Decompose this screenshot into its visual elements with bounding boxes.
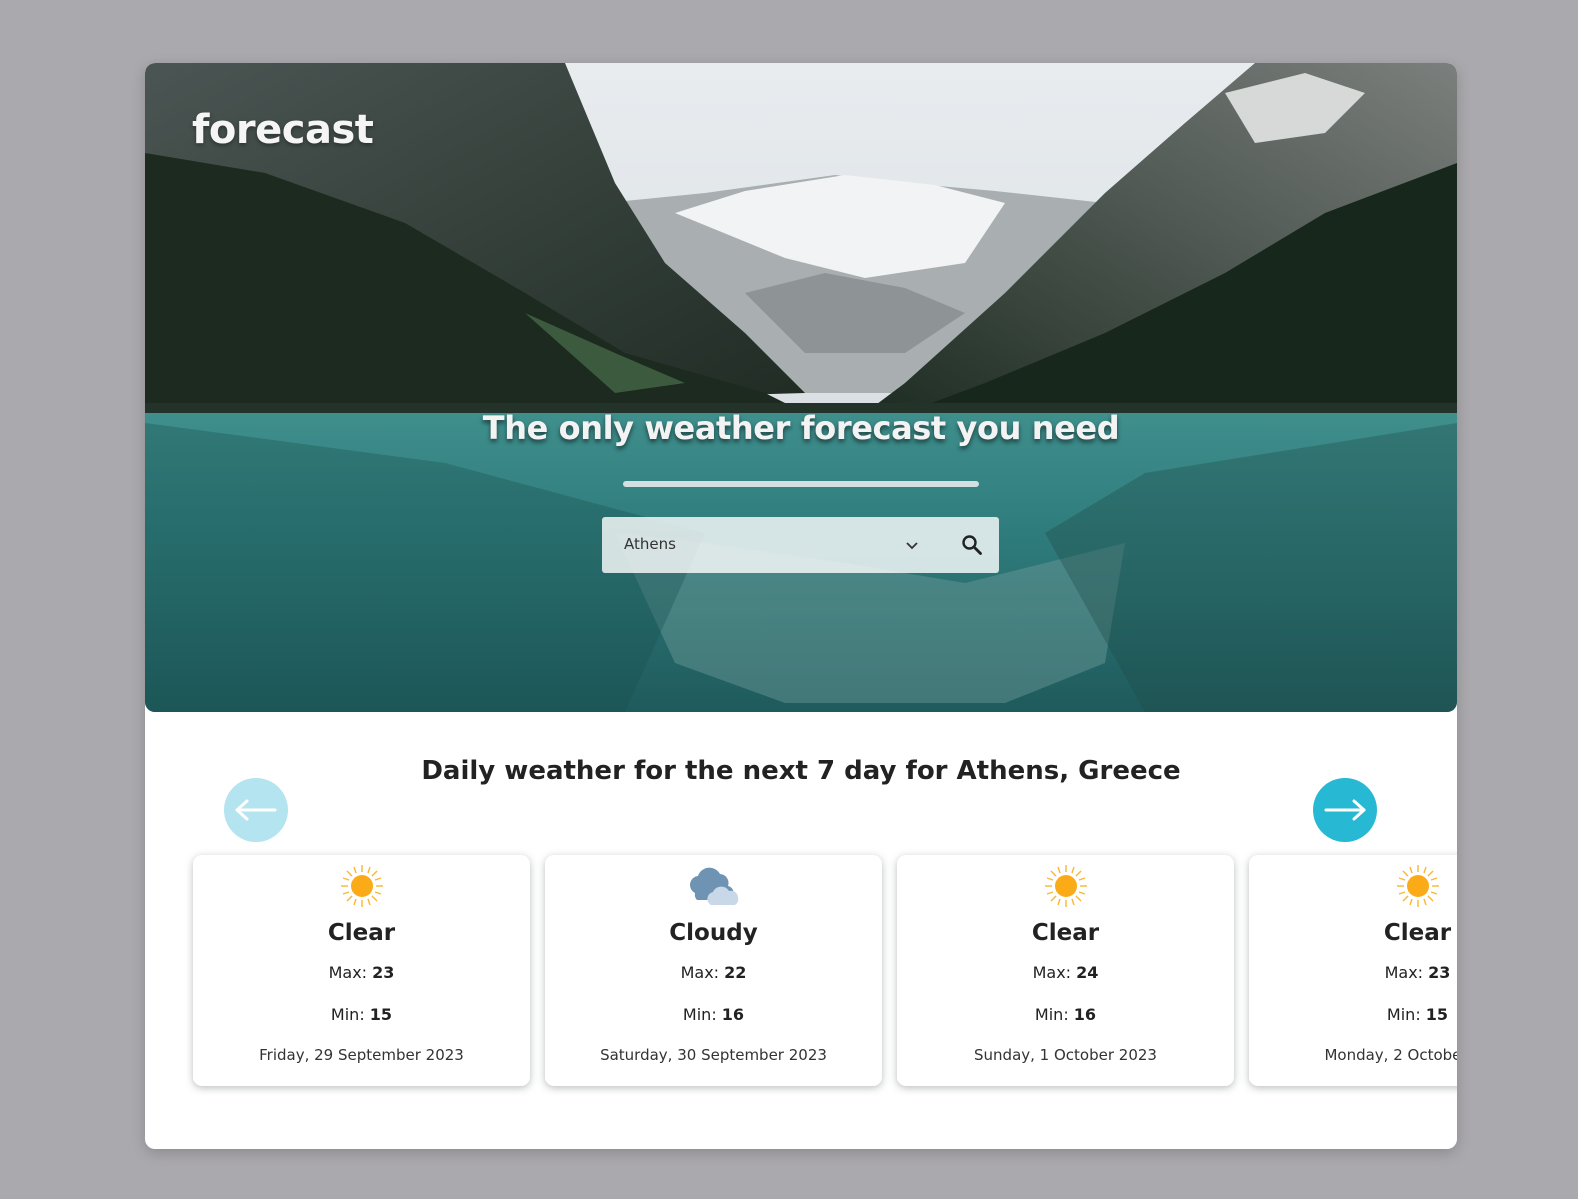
max-temp: Max: 23 <box>328 963 395 982</box>
previous-button[interactable] <box>224 778 288 842</box>
forecast-card: Cloudy Max: 22 Min: 16 Saturday, 30 Sept… <box>545 855 882 1086</box>
min-temp: Min: 15 <box>1386 1005 1449 1024</box>
sun-icon <box>1396 865 1439 907</box>
search-icon[interactable] <box>960 533 984 557</box>
hero-headline: The only weather forecast you need <box>482 409 1120 447</box>
max-temp: Max: 22 <box>680 963 747 982</box>
condition-label: Clear <box>1031 920 1100 946</box>
arrow-left-icon <box>235 799 277 821</box>
sun-icon <box>340 865 383 907</box>
next-button[interactable] <box>1313 778 1377 842</box>
condition-label: Clear <box>1383 920 1452 946</box>
city-search-box <box>602 517 999 573</box>
max-temp: Max: 23 <box>1384 963 1451 982</box>
min-temp: Min: 16 <box>682 1005 745 1024</box>
min-temp: Min: 15 <box>330 1005 393 1024</box>
lake-mountain-background-image <box>145 63 1457 712</box>
arrow-right-icon <box>1324 799 1366 821</box>
condition-label: Clear <box>327 920 396 946</box>
app-window: forecast The only weather forecast you n… <box>145 63 1457 1149</box>
chevron-down-icon[interactable] <box>904 537 920 553</box>
forecast-date: Saturday, 30 September 2023 <box>600 1046 827 1064</box>
condition-label: Cloudy <box>669 920 758 946</box>
min-temp: Min: 16 <box>1034 1005 1097 1024</box>
max-temp: Max: 24 <box>1032 963 1099 982</box>
forecast-date: Monday, 2 October 2023 <box>1324 1046 1457 1064</box>
sun-icon <box>1044 865 1087 907</box>
hero-banner <box>145 63 1457 712</box>
cloud-icon <box>689 867 738 905</box>
forecast-card: Clear Max: 24 Min: 16 Sunday, 1 October … <box>897 855 1234 1086</box>
forecast-card: Clear Max: 23 Min: 15 Friday, 29 Septemb… <box>193 855 530 1086</box>
brand-logo[interactable]: forecast <box>192 107 374 153</box>
city-select[interactable] <box>624 535 884 553</box>
headline-underline <box>623 481 979 487</box>
forecast-date: Sunday, 1 October 2023 <box>974 1046 1157 1064</box>
forecast-card: Clear Max: 23 Min: 15 Monday, 2 October … <box>1249 855 1457 1086</box>
forecast-section-title: Daily weather for the next 7 day for Ath… <box>421 756 1181 786</box>
forecast-date: Friday, 29 September 2023 <box>259 1046 464 1064</box>
